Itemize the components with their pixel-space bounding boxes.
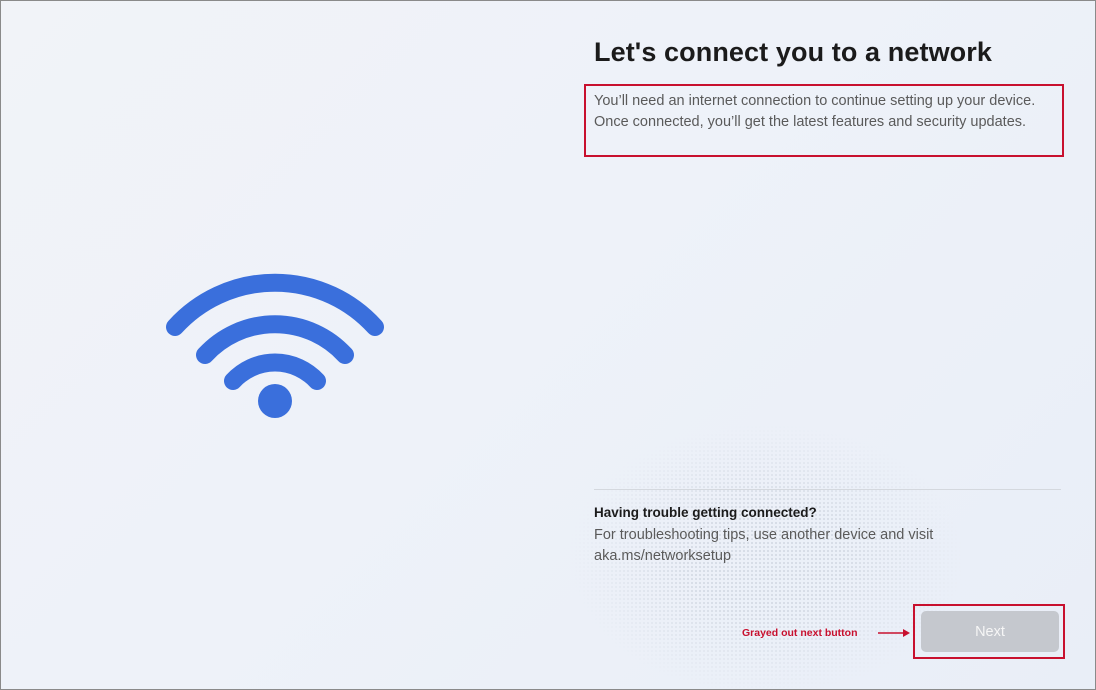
- wifi-icon: [166, 273, 384, 418]
- network-setup-screen: Let's connect you to a network You’ll ne…: [0, 0, 1096, 690]
- page-title: Let's connect you to a network: [594, 37, 992, 67]
- next-button[interactable]: Next: [921, 611, 1059, 652]
- annotation-arrow-icon: [878, 629, 910, 637]
- page-description: You’ll need an internet connection to co…: [594, 93, 1036, 130]
- trouble-help-text: For troubleshooting tips, use another de…: [594, 527, 934, 564]
- trouble-heading: Having trouble getting connected?: [594, 505, 817, 520]
- section-divider: [594, 489, 1061, 490]
- annotation-label: Grayed out next button: [742, 627, 858, 639]
